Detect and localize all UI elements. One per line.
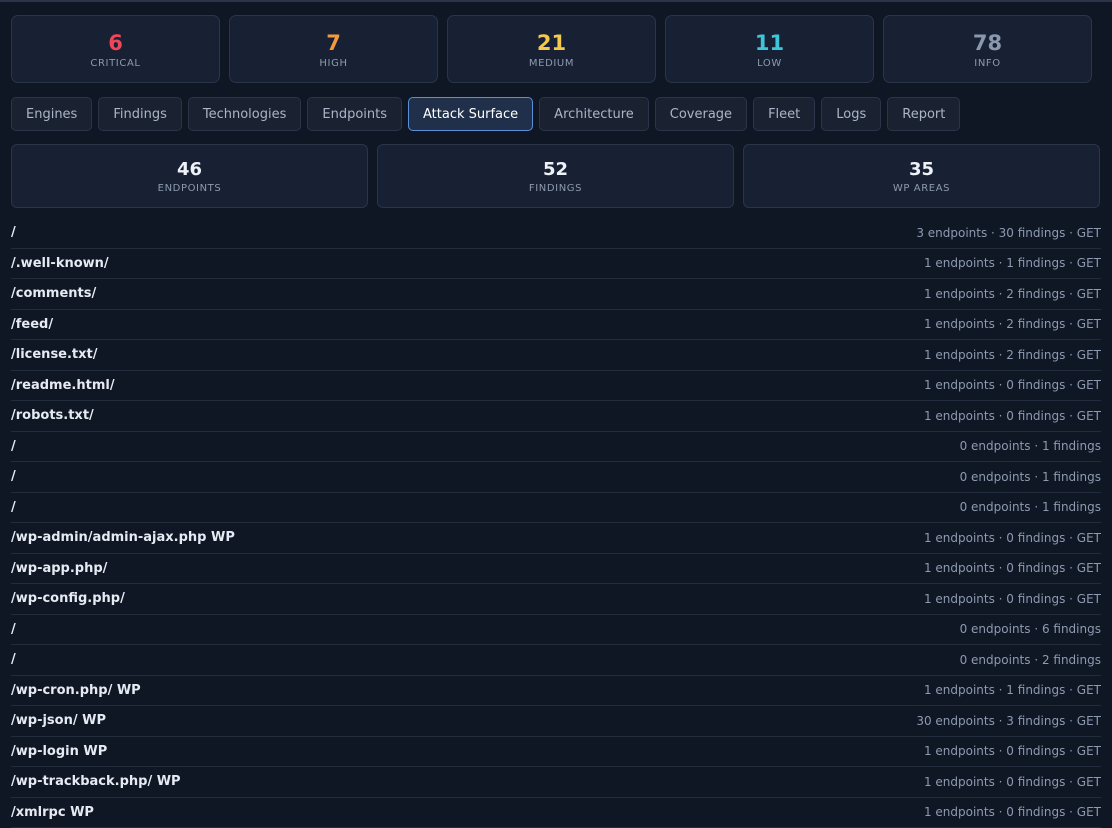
surface-path: /.well-known/ xyxy=(11,256,109,271)
surface-row[interactable]: /wp-cron.php/ WP 1 endpoints · 1 findings… xyxy=(11,676,1101,707)
view-tabs: Engines Findings Technologies Endpoints … xyxy=(11,97,960,131)
severity-card-low[interactable]: 11 LOW xyxy=(665,15,874,83)
stat-card-endpoints: 46 ENDPOINTS xyxy=(11,144,368,208)
surface-row[interactable]: / 3 endpoints · 30 findings · GET xyxy=(11,218,1101,249)
surface-path: /wp-trackback.php/ WP xyxy=(11,774,181,789)
surface-path: /wp-admin/admin-ajax.php WP xyxy=(11,530,235,545)
tab-engines[interactable]: Engines xyxy=(11,97,92,131)
surface-meta: 1 endpoints · 1 findings · GET xyxy=(924,683,1101,697)
surface-meta: 1 endpoints · 0 findings · GET xyxy=(924,378,1101,392)
stat-label: WP AREAS xyxy=(893,183,950,194)
stat-card-findings: 52 FINDINGS xyxy=(377,144,734,208)
severity-card-medium[interactable]: 21 MEDIUM xyxy=(447,15,656,83)
surface-meta: 1 endpoints · 0 findings · GET xyxy=(924,744,1101,758)
tab-endpoints[interactable]: Endpoints xyxy=(307,97,402,131)
severity-card-info[interactable]: 78 INFO xyxy=(883,15,1092,83)
surface-path: /robots.txt/ xyxy=(11,408,94,423)
surface-row[interactable]: /feed/1 endpoints · 2 findings · GET xyxy=(11,310,1101,341)
surface-row[interactable]: /license.txt/1 endpoints · 2 findings · … xyxy=(11,340,1101,371)
severity-label: INFO xyxy=(974,58,1000,69)
attack-surface-list: / 3 endpoints · 30 findings · GET /.well-k… xyxy=(11,218,1101,828)
severity-card-high[interactable]: 7 HIGH xyxy=(229,15,438,83)
severity-count: 6 xyxy=(108,30,123,56)
surface-row[interactable]: /wp-admin/admin-ajax.php WP 1 endpoints ·… xyxy=(11,523,1101,554)
surface-path: / xyxy=(11,652,16,667)
stat-value: 52 xyxy=(543,159,568,181)
surface-path: /wp-login WP xyxy=(11,744,107,759)
surface-row[interactable]: /.well-known/1 endpoints · 1 findings · … xyxy=(11,249,1101,280)
surface-path: / xyxy=(11,439,16,454)
stat-label: ENDPOINTS xyxy=(158,183,222,194)
surface-meta: 1 endpoints · 2 findings · GET xyxy=(924,287,1101,301)
surface-row[interactable]: /readme.html/1 endpoints · 0 findings · … xyxy=(11,371,1101,402)
surface-meta: 1 endpoints · 0 findings · GET xyxy=(924,775,1101,789)
tab-report[interactable]: Report xyxy=(887,97,960,131)
surface-path: /wp-cron.php/ WP xyxy=(11,683,141,698)
surface-meta: 1 endpoints · 1 findings · GET xyxy=(924,256,1101,270)
tab-architecture[interactable]: Architecture xyxy=(539,97,649,131)
top-divider xyxy=(0,0,1112,2)
surface-meta: 1 endpoints · 2 findings · GET xyxy=(924,348,1101,362)
surface-path: / xyxy=(11,622,16,637)
surface-row[interactable]: / 0 endpoints · 2 findings xyxy=(11,645,1101,676)
stat-card-wp-areas: 35 WP AREAS xyxy=(743,144,1100,208)
surface-meta: 3 endpoints · 30 findings · GET xyxy=(916,226,1101,240)
severity-count: 11 xyxy=(755,30,784,56)
surface-meta: 0 endpoints · 2 findings xyxy=(960,653,1101,667)
surface-row[interactable]: /wp-config.php/1 endpoints · 0 findings … xyxy=(11,584,1101,615)
stat-value: 46 xyxy=(177,159,202,181)
severity-label: LOW xyxy=(757,58,782,69)
surface-path: / xyxy=(11,469,16,484)
tab-fleet[interactable]: Fleet xyxy=(753,97,815,131)
surface-path: /wp-app.php/ xyxy=(11,561,107,576)
surface-meta: 30 endpoints · 3 findings · GET xyxy=(916,714,1101,728)
surface-meta: 0 endpoints · 1 findings xyxy=(960,470,1101,484)
tab-logs[interactable]: Logs xyxy=(821,97,881,131)
surface-row[interactable]: /xmlrpc WP 1 endpoints · 0 findings · GET xyxy=(11,798,1101,828)
attack-surface-stats: 46 ENDPOINTS 52 FINDINGS 35 WP AREAS xyxy=(11,144,1100,208)
severity-count: 7 xyxy=(326,30,341,56)
surface-path: /feed/ xyxy=(11,317,53,332)
surface-path: / xyxy=(11,225,16,240)
surface-path: /wp-config.php/ xyxy=(11,591,125,606)
surface-row[interactable]: /wp-app.php/1 endpoints · 0 findings · G… xyxy=(11,554,1101,585)
severity-label: HIGH xyxy=(319,58,347,69)
severity-label: MEDIUM xyxy=(529,58,574,69)
surface-row[interactable]: / 0 endpoints · 1 findings xyxy=(11,462,1101,493)
tab-attack-surface[interactable]: Attack Surface xyxy=(408,97,533,131)
surface-meta: 0 endpoints · 6 findings xyxy=(960,622,1101,636)
surface-meta: 0 endpoints · 1 findings xyxy=(960,439,1101,453)
surface-path: / xyxy=(11,500,16,515)
severity-card-critical[interactable]: 6 CRITICAL xyxy=(11,15,220,83)
surface-row[interactable]: / 0 endpoints · 6 findings xyxy=(11,615,1101,646)
surface-row[interactable]: /comments/1 endpoints · 2 findings · GET xyxy=(11,279,1101,310)
surface-row[interactable]: /robots.txt/1 endpoints · 0 findings · G… xyxy=(11,401,1101,432)
tab-findings[interactable]: Findings xyxy=(98,97,182,131)
severity-summary: 6 CRITICAL 7 HIGH 21 MEDIUM 11 LOW 78 IN… xyxy=(11,15,1092,83)
surface-path: /xmlrpc WP xyxy=(11,805,94,820)
surface-path: /license.txt/ xyxy=(11,347,98,362)
surface-row[interactable]: /wp-json/ WP 30 endpoints · 3 findings · … xyxy=(11,706,1101,737)
severity-count: 21 xyxy=(537,30,566,56)
surface-meta: 1 endpoints · 0 findings · GET xyxy=(924,409,1101,423)
tab-technologies[interactable]: Technologies xyxy=(188,97,302,131)
surface-row[interactable]: /wp-login WP 1 endpoints · 0 findings · G… xyxy=(11,737,1101,768)
severity-label: CRITICAL xyxy=(90,58,140,69)
surface-meta: 0 endpoints · 1 findings xyxy=(960,500,1101,514)
surface-row[interactable]: /wp-trackback.php/ WP 1 endpoints · 0 fin… xyxy=(11,767,1101,798)
stat-value: 35 xyxy=(909,159,934,181)
surface-path: /readme.html/ xyxy=(11,378,115,393)
surface-path: /wp-json/ WP xyxy=(11,713,106,728)
severity-count: 78 xyxy=(973,30,1002,56)
surface-meta: 1 endpoints · 0 findings · GET xyxy=(924,531,1101,545)
surface-meta: 1 endpoints · 0 findings · GET xyxy=(924,805,1101,819)
surface-meta: 1 endpoints · 0 findings · GET xyxy=(924,561,1101,575)
surface-meta: 1 endpoints · 0 findings · GET xyxy=(924,592,1101,606)
stat-label: FINDINGS xyxy=(529,183,582,194)
surface-path: /comments/ xyxy=(11,286,96,301)
surface-row[interactable]: / 0 endpoints · 1 findings xyxy=(11,493,1101,524)
surface-row[interactable]: / 0 endpoints · 1 findings xyxy=(11,432,1101,463)
surface-meta: 1 endpoints · 2 findings · GET xyxy=(924,317,1101,331)
tab-coverage[interactable]: Coverage xyxy=(655,97,747,131)
